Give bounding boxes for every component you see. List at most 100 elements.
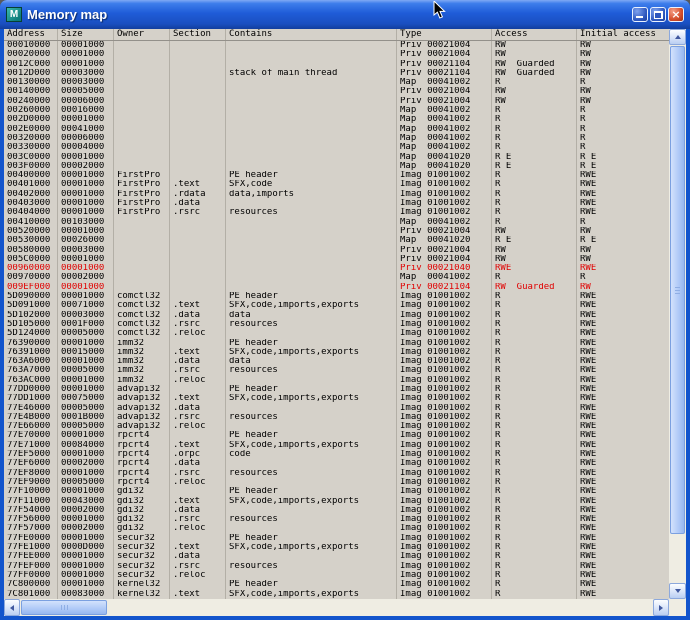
cell-type: Imag 01001002: [397, 357, 492, 366]
horizontal-scrollbar[interactable]: [4, 599, 669, 616]
table-row[interactable]: 763A6000 00001000 imm32 .data data Imag …: [4, 357, 669, 366]
table-row[interactable]: 76390000 00001000 imm32 PE header Imag 0…: [4, 339, 669, 348]
cell-access: RW: [492, 87, 577, 96]
table-row[interactable]: 00140000 00005000 Priv 00021004 RW RW: [4, 87, 669, 96]
table-row[interactable]: 00401000 00001000 FirstPro .text SFX,cod…: [4, 180, 669, 189]
table-row[interactable]: 00520000 00001000 Priv 00021004 RW RW: [4, 227, 669, 236]
table-row[interactable]: 77EF9000 00005000 rpcrt4 .reloc Imag 010…: [4, 478, 669, 487]
memory-map-icon[interactable]: M: [6, 7, 22, 22]
cell-type: Imag 01001002: [397, 320, 492, 329]
table-row[interactable]: 77E66000 00005000 advapi32 .reloc Imag 0…: [4, 422, 669, 431]
close-button[interactable]: ×: [668, 7, 684, 22]
table-row[interactable]: 5D105000 0001F000 comctl32 .rsrc resourc…: [4, 320, 669, 329]
table-row[interactable]: 77FF0000 00001000 secur32 .reloc Imag 01…: [4, 571, 669, 580]
table-row[interactable]: 77FEF000 00001000 secur32 .rsrc resource…: [4, 562, 669, 571]
table-row[interactable]: 77FEE000 00001000 secur32 .data Imag 010…: [4, 552, 669, 561]
cell-initial-access: RWE: [577, 497, 669, 506]
table-row[interactable]: 00130000 00003000 Map 00041002 R R: [4, 78, 669, 87]
table-row[interactable]: 00400000 00001000 FirstPro PE header Ima…: [4, 171, 669, 180]
memory-map-client: Address Size Owner Section Contains Type…: [4, 29, 686, 616]
table-row[interactable]: 77FE1000 0000D000 secur32 .text SFX,code…: [4, 543, 669, 552]
column-header-owner[interactable]: Owner: [114, 29, 170, 40]
table-row[interactable]: 763A7000 00005000 imm32 .rsrc resources …: [4, 366, 669, 375]
cell-access: R: [492, 580, 577, 589]
table-row[interactable]: 005C0000 00001000 Priv 00021004 RW RW: [4, 255, 669, 264]
table-row[interactable]: 77E70000 00001000 rpcrt4 PE header Imag …: [4, 431, 669, 440]
table-row[interactable]: 77E46000 00005000 advapi32 .data Imag 01…: [4, 404, 669, 413]
scroll-up-button[interactable]: [669, 29, 686, 45]
column-header-initial-access[interactable]: Initial access: [577, 29, 669, 40]
minimize-button[interactable]: [632, 7, 648, 22]
cell-contains: data: [226, 357, 397, 366]
table-row[interactable]: 77F10000 00001000 gdi32 PE header Imag 0…: [4, 487, 669, 496]
table-row[interactable]: 00330000 00004000 Map 00041002 R R: [4, 143, 669, 152]
cell-contains: resources: [226, 366, 397, 375]
cell-address: 763AC000: [4, 376, 58, 385]
table-row[interactable]: 5D124000 00005000 comctl32 .reloc Imag 0…: [4, 329, 669, 338]
cell-owner: secur32: [114, 571, 170, 580]
table-row[interactable]: 00260000 00016000 Map 00041002 R R: [4, 106, 669, 115]
table-row[interactable]: 009EF000 00001000 Priv 00021104 RW Guard…: [4, 283, 669, 292]
table-row[interactable]: 7C800000 00001000 kernel32 PE header Ima…: [4, 580, 669, 589]
table-row[interactable]: 5D090000 00001000 comctl32 PE header Ima…: [4, 292, 669, 301]
cell-access: R: [492, 357, 577, 366]
restore-button[interactable]: [650, 7, 666, 22]
table-row[interactable]: 77FE0000 00001000 secur32 PE header Imag…: [4, 534, 669, 543]
cell-size: 00005000: [58, 478, 114, 487]
cell-type: Imag 01001002: [397, 543, 492, 552]
column-header-contains[interactable]: Contains: [226, 29, 397, 40]
table-row[interactable]: 00404000 00001000 FirstPro .rsrc resourc…: [4, 208, 669, 217]
table-row[interactable]: 77EF8000 00001000 rpcrt4 .rsrc resources…: [4, 469, 669, 478]
cell-contains: [226, 106, 397, 115]
column-header-section[interactable]: Section: [170, 29, 226, 40]
table-row[interactable]: 00580000 00003000 Priv 00021004 RW RW: [4, 246, 669, 255]
titlebar[interactable]: M Memory map ×: [0, 0, 690, 29]
table-row[interactable]: 77F11000 00043000 gdi32 .text SFX,code,i…: [4, 497, 669, 506]
table-row[interactable]: 003F0000 00002000 Map 00041020 R E R E: [4, 162, 669, 171]
table-row[interactable]: 00402000 00001000 FirstPro .rdata data,i…: [4, 190, 669, 199]
table-row[interactable]: 00320000 00006000 Map 00041002 R R: [4, 134, 669, 143]
table-row[interactable]: 76391000 00015000 imm32 .text SFX,code,i…: [4, 348, 669, 357]
cell-access: R: [492, 115, 577, 124]
table-row[interactable]: 7C801000 00083000 kernel32 .text SFX,cod…: [4, 590, 669, 599]
table-row[interactable]: 00403000 00001000 FirstPro .data Imag 01…: [4, 199, 669, 208]
table-row[interactable]: 77F56000 00001000 gdi32 .rsrc resources …: [4, 515, 669, 524]
table-row[interactable]: 77EF5000 00001000 rpcrt4 .orpc code Imag…: [4, 450, 669, 459]
table-row[interactable]: 00530000 00026000 Map 00041020 R E R E: [4, 236, 669, 245]
table-row[interactable]: 77DD0000 00001000 advapi32 PE header Ima…: [4, 385, 669, 394]
table-row[interactable]: 5D102000 00003000 comctl32 .data data Im…: [4, 311, 669, 320]
table-row[interactable]: 77EF6000 00002000 rpcrt4 .data Imag 0100…: [4, 459, 669, 468]
table-row[interactable]: 00960000 00001000 Priv 00021040 RWE RWE: [4, 264, 669, 273]
table-row[interactable]: 77E4B000 0001B000 advapi32 .rsrc resourc…: [4, 413, 669, 422]
table-row[interactable]: 003C0000 00001000 Map 00041020 R E R E: [4, 153, 669, 162]
scroll-down-button[interactable]: [669, 583, 686, 599]
table-row[interactable]: 002D0000 00001000 Map 00041002 R R: [4, 115, 669, 124]
table-row[interactable]: 002E0000 00041000 Map 00041002 R R: [4, 125, 669, 134]
table-row[interactable]: 00020000 00001000 Priv 00021004 RW RW: [4, 50, 669, 59]
table-row[interactable]: 00410000 00103000 Map 00041002 R R: [4, 218, 669, 227]
scroll-left-button[interactable]: [4, 599, 20, 616]
scroll-right-button[interactable]: [653, 599, 669, 616]
horizontal-scroll-thumb[interactable]: [21, 600, 107, 615]
vertical-scrollbar[interactable]: [669, 29, 686, 599]
table-row[interactable]: 77F57000 00002000 gdi32 .reloc Imag 0100…: [4, 524, 669, 533]
column-header-address[interactable]: Address: [4, 29, 58, 40]
table-row[interactable]: 5D091000 00071000 comctl32 .text SFX,cod…: [4, 301, 669, 310]
table-row[interactable]: 00010000 00001000 Priv 00021004 RW RW: [4, 41, 669, 50]
table-row[interactable]: 77E71000 00084000 rpcrt4 .text SFX,code,…: [4, 441, 669, 450]
table-row[interactable]: 77DD1000 00075000 advapi32 .text SFX,cod…: [4, 394, 669, 403]
cell-type: Imag 01001002: [397, 394, 492, 403]
cell-type: Priv 00021004: [397, 255, 492, 264]
table-row[interactable]: 00970000 00002000 Map 00041002 R R: [4, 273, 669, 282]
column-header-access[interactable]: Access: [492, 29, 577, 40]
cell-access: R: [492, 590, 577, 599]
table-row[interactable]: 77F54000 00002000 gdi32 .data Imag 01001…: [4, 506, 669, 515]
table-row[interactable]: 0012C000 00001000 Priv 00021104 RW Guard…: [4, 60, 669, 69]
table-row[interactable]: 0012D000 00003000 stack of main thread P…: [4, 69, 669, 78]
cell-type: Imag 01001002: [397, 311, 492, 320]
column-header-size[interactable]: Size: [58, 29, 114, 40]
column-header-type[interactable]: Type: [397, 29, 492, 40]
table-row[interactable]: 00240000 00006000 Priv 00021004 RW RW: [4, 97, 669, 106]
table-row[interactable]: 763AC000 00001000 imm32 .reloc Imag 0100…: [4, 376, 669, 385]
vertical-scroll-thumb[interactable]: [670, 46, 685, 534]
